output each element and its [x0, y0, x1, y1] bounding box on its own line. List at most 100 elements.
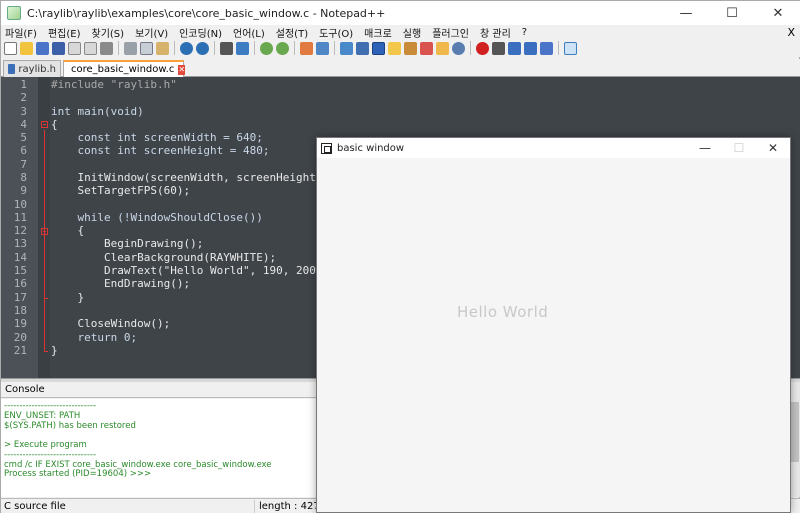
tab-close-icon[interactable]: ✕ [178, 64, 186, 75]
maximize-button[interactable]: ☐ [709, 1, 755, 25]
indent-guide-icon[interactable] [372, 41, 385, 55]
raylib-close-button[interactable]: ✕ [756, 138, 790, 158]
close-document-button[interactable]: X [787, 26, 800, 39]
replace-icon[interactable] [236, 41, 249, 55]
line-number: 5 [20, 131, 27, 144]
file-icon [8, 64, 16, 74]
close-icon[interactable] [68, 41, 81, 55]
tab-core-basic-window[interactable]: core_basic_window.c ✕ [63, 60, 186, 77]
save-macro-icon[interactable] [540, 41, 553, 55]
line-number: 17 [13, 291, 27, 304]
window-app-icon [321, 142, 332, 154]
function-list-icon[interactable] [420, 41, 433, 55]
udl-icon[interactable] [388, 41, 401, 55]
menu-help[interactable]: ? [518, 27, 534, 38]
doc-map-icon[interactable] [404, 41, 417, 55]
line-number: 20 [13, 331, 27, 344]
code-line: #include "raylib.h" [51, 78, 177, 91]
raylib-title-bar[interactable]: basic window — ☐ ✕ [317, 138, 790, 158]
menu-run[interactable]: 실행 [399, 25, 428, 40]
raylib-basic-window[interactable]: basic window — ☐ ✕ Hello World [316, 137, 791, 513]
open-file-icon[interactable] [20, 41, 33, 55]
run-macro-multiple-icon[interactable] [524, 41, 537, 55]
line-number: 21 [13, 344, 27, 357]
word-wrap-icon[interactable] [340, 41, 353, 55]
all-chars-icon[interactable] [356, 41, 369, 55]
line-number: 8 [20, 171, 27, 184]
folder-workspace-icon[interactable] [436, 41, 449, 55]
stop-macro-icon[interactable] [492, 41, 505, 55]
toolbar-separator [334, 41, 335, 55]
save-icon[interactable] [36, 41, 49, 55]
fold-toggle-icon[interactable] [41, 228, 48, 235]
console-line: Process started (PID=19604) >>> [4, 469, 152, 479]
menu-search[interactable]: 찾기(S) [88, 25, 132, 40]
menu-window[interactable]: 창 관리 [476, 25, 518, 40]
toolbar-separator [294, 41, 295, 55]
console-line: ------------------------------ [4, 401, 97, 411]
close-all-icon[interactable] [84, 41, 97, 55]
menu-macro[interactable]: 매크로 [360, 25, 399, 40]
raylib-minimize-button[interactable]: — [688, 138, 722, 158]
code-line: while (!WindowShouldClose()) [51, 211, 263, 224]
menu-tools[interactable]: 도구(O) [315, 25, 360, 40]
toolbar [1, 39, 800, 57]
code-line: { [51, 224, 85, 237]
redo-icon[interactable] [196, 41, 209, 55]
minimize-button[interactable]: — [663, 1, 709, 25]
code-line: InitWindow(screenWidth, screenHeight, "b… [51, 171, 350, 184]
print-icon[interactable] [100, 41, 113, 55]
fold-end-marker [44, 351, 48, 352]
toolbar-separator [214, 41, 215, 55]
toolbar-separator [118, 41, 119, 55]
notepadpp-icon [7, 6, 21, 20]
line-number: 13 [13, 237, 27, 250]
raylib-canvas[interactable]: Hello World [317, 158, 790, 512]
line-number: 4 [20, 118, 27, 131]
console-title: Console [5, 384, 45, 395]
zoom-in-icon[interactable] [260, 41, 273, 55]
menu-settings[interactable]: 설정(T) [272, 25, 315, 40]
menu-language[interactable]: 언어(L) [229, 25, 272, 40]
save-all-icon[interactable] [52, 41, 65, 55]
tab-label: core_basic_window.c [71, 64, 175, 75]
menu-plugins[interactable]: 플러그인 [428, 25, 476, 40]
code-line: DrawText("Hello World", 190, 200, 20, [51, 264, 350, 277]
scrollbar-thumb[interactable] [790, 402, 799, 462]
find-icon[interactable] [220, 41, 233, 55]
menu-encoding[interactable]: 인코딩(N) [175, 25, 229, 40]
sync-v-icon[interactable] [300, 41, 313, 55]
raylib-maximize-button[interactable]: ☐ [722, 138, 756, 158]
console-line: > Execute program [4, 440, 87, 450]
code-line: const int screenWidth = 640; [51, 131, 263, 144]
copy-icon[interactable] [140, 41, 153, 55]
code-line: const int screenHeight = 480; [51, 144, 270, 157]
monitor-icon[interactable] [452, 41, 465, 55]
play-macro-icon[interactable] [508, 41, 521, 55]
line-number: 3 [20, 105, 27, 118]
menu-edit[interactable]: 편집(E) [44, 25, 88, 40]
fold-end-marker [44, 298, 48, 299]
line-number: 2 [20, 91, 27, 104]
fold-toggle-icon[interactable] [41, 121, 48, 128]
menu-file[interactable]: 파일(F) [1, 25, 44, 40]
cut-icon[interactable] [124, 41, 137, 55]
status-separator [254, 500, 255, 513]
close-button[interactable]: ✕ [755, 1, 800, 25]
undo-icon[interactable] [180, 41, 193, 55]
status-file-type: C source file [4, 501, 66, 512]
code-line: int main(void) [51, 105, 144, 118]
line-number: 16 [13, 277, 27, 290]
fold-line [44, 130, 45, 351]
tab-raylib-h[interactable]: raylib.h [3, 60, 61, 77]
new-file-icon[interactable] [4, 41, 17, 55]
menu-view[interactable]: 보기(V) [131, 25, 175, 40]
code-line: return 0; [51, 331, 138, 344]
record-macro-icon[interactable] [476, 41, 489, 55]
paste-icon[interactable] [156, 41, 169, 55]
line-number: 9 [20, 184, 27, 197]
console-toggle-icon[interactable] [564, 41, 577, 55]
line-number: 1 [20, 78, 27, 91]
zoom-out-icon[interactable] [276, 41, 289, 55]
sync-h-icon[interactable] [316, 41, 329, 55]
